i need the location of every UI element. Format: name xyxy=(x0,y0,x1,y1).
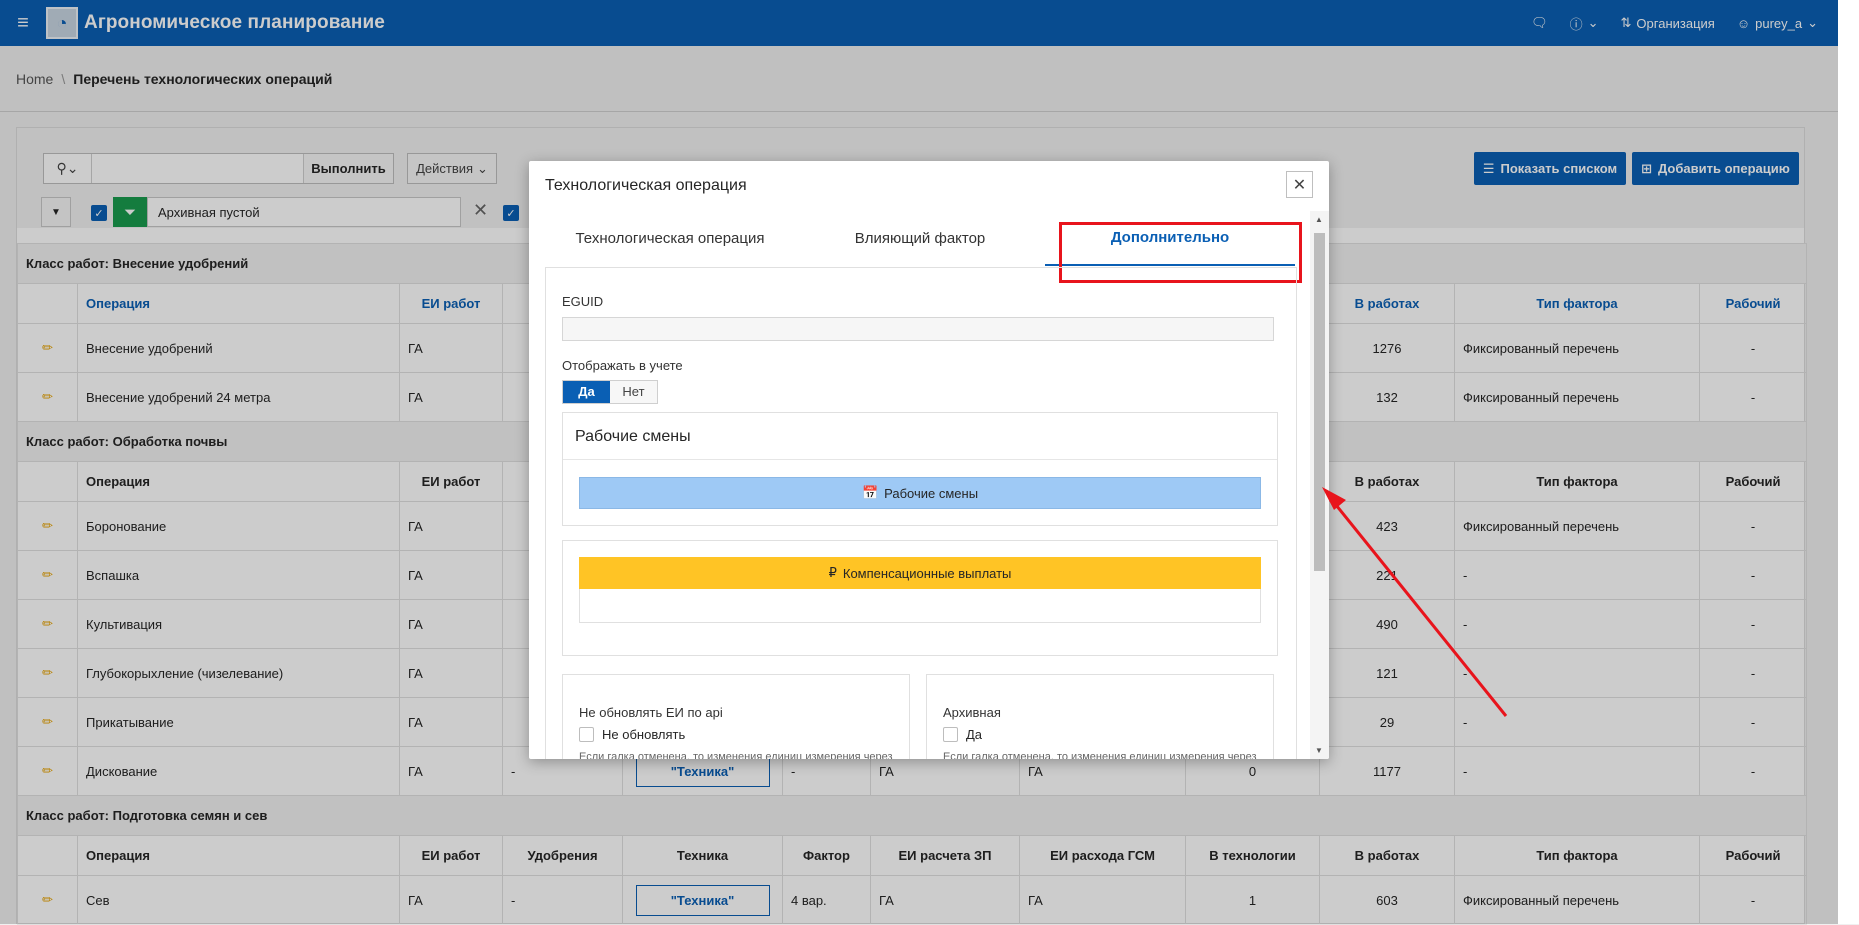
arrow-head xyxy=(1322,487,1346,510)
annotation-arrow xyxy=(1322,487,1508,717)
arrow-shaft xyxy=(1330,499,1508,717)
